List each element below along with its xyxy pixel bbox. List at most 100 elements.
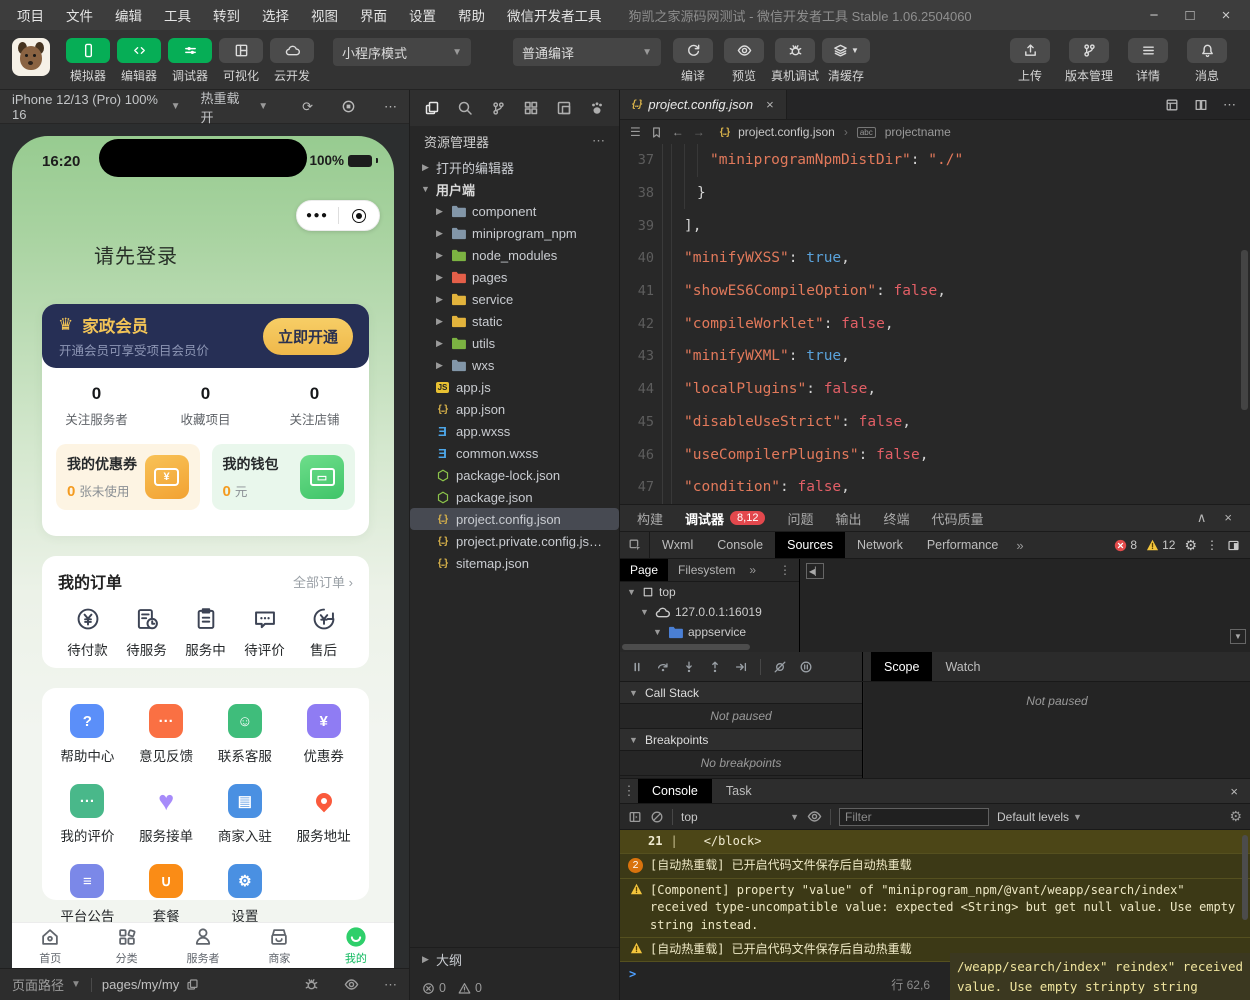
eye-icon[interactable] [344, 977, 359, 992]
menu-item-7[interactable]: 界面 [349, 0, 398, 30]
file-package-lock.json[interactable]: package-lock.json [410, 464, 619, 486]
wallet-card[interactable]: 我的钱包 0元 ▭ [211, 444, 355, 510]
pause-exceptions-button[interactable] [799, 660, 813, 674]
dots-vertical-icon[interactable]: ⋮ [620, 779, 638, 803]
grid-take-orders[interactable]: ♥ 服务接单 [127, 784, 206, 845]
menu-item-6[interactable]: 视图 [300, 0, 349, 30]
order-pending-payment[interactable]: 待付款 [58, 604, 117, 659]
editor-tab[interactable]: {..} project.config.json × [620, 90, 787, 119]
gear-icon[interactable]: ⚙ [1229, 808, 1242, 825]
back-icon[interactable]: ← [672, 125, 684, 139]
code-line[interactable]: 45 "disableUseStrict": false, [620, 405, 1250, 439]
breadcrumb-symbol[interactable]: projectname [885, 125, 951, 139]
search-icon[interactable] [449, 100, 482, 116]
stat-item[interactable]: 0 收藏项目 [151, 384, 260, 428]
clear-console-icon[interactable] [650, 810, 664, 824]
file-node_modules[interactable]: ▶ node_modules [410, 244, 619, 266]
panel-tab-build[interactable]: 构建 [626, 505, 674, 531]
stop-icon[interactable] [341, 99, 356, 114]
sources-node-top[interactable]: ▼ top [620, 582, 799, 602]
file-project.private.config.js…[interactable]: {..} project.private.config.js… [410, 530, 619, 552]
code-line[interactable]: 40 "minifyWXSS": true, [620, 242, 1250, 275]
code-line[interactable]: 42 "compileWorklet": false, [620, 307, 1250, 341]
grid-contact-service[interactable]: ☺ 联系客服 [206, 704, 285, 765]
console-tab-console[interactable]: Console [638, 779, 712, 803]
more-icon[interactable]: ⋯ [384, 99, 397, 115]
code-line[interactable]: 47 "condition": false, [620, 470, 1250, 504]
capsule-close-icon[interactable] [339, 208, 380, 223]
menu-item-4[interactable]: 转到 [202, 0, 251, 30]
file-utils[interactable]: ▶ utils [410, 332, 619, 354]
editor-toggle[interactable]: 编辑器 [115, 38, 163, 84]
menu-item-10[interactable]: 微信开发者工具 [496, 0, 613, 30]
more-icon[interactable]: ⋯ [384, 977, 397, 993]
grid-coupon[interactable]: ¥ 优惠券 [284, 704, 363, 765]
hide-navigator-icon[interactable]: ◀▏ [806, 563, 824, 579]
live-expression-icon[interactable] [807, 809, 822, 824]
minimize-button[interactable]: − [1136, 7, 1172, 24]
step-over-button[interactable] [656, 660, 670, 674]
grid-packages[interactable]: ∪ 套餐 [127, 864, 206, 925]
restart-icon[interactable]: ⟳ [302, 99, 313, 115]
all-orders-link[interactable]: 全部订单 › [293, 572, 353, 591]
gear-icon[interactable]: ⚙ [1184, 537, 1197, 554]
collapse-icon[interactable]: ∧ [1197, 510, 1207, 526]
window-icon[interactable] [547, 100, 580, 116]
miniprogram-capsule[interactable]: ●●● [296, 200, 380, 231]
remote-debug-button[interactable]: 真机调试 [771, 38, 819, 84]
more-icon[interactable]: ⋯ [592, 133, 605, 149]
preview-button[interactable]: 预览 [720, 38, 768, 84]
upload-button[interactable]: 上传 [1002, 38, 1058, 84]
menu-item-5[interactable]: 选择 [251, 0, 300, 30]
panel-tab-output[interactable]: 输出 [824, 505, 872, 531]
order-pending-review[interactable]: 待评价 [235, 604, 294, 659]
file-pages[interactable]: ▶ pages [410, 266, 619, 288]
tab-shop[interactable]: 商家 [241, 923, 317, 968]
file-app.js[interactable]: JS app.js [410, 376, 619, 398]
coupon-card[interactable]: 我的优惠券 0 张未使用 ¥ [56, 444, 200, 510]
extensions-icon[interactable] [514, 100, 547, 116]
panel-tab-code-quality[interactable]: 代码质量 [921, 505, 995, 531]
grid-announcements[interactable]: ≡ 平台公告 [48, 864, 127, 925]
pause-button[interactable] [630, 660, 644, 674]
branch-icon[interactable] [482, 101, 515, 116]
tab-worker[interactable]: 服务者 [165, 923, 241, 968]
sources-node-appservice[interactable]: ▼ appservice [620, 622, 799, 642]
code-line[interactable]: 46 "useCompilerPlugins": false, [620, 438, 1250, 471]
bookmark-icon[interactable] [650, 126, 663, 139]
panel-tab-debugger[interactable]: 调试器 8,12 [674, 505, 776, 531]
file-miniprogram_npm[interactable]: ▶ miniprogram_npm [410, 222, 619, 244]
maximize-button[interactable]: □ [1172, 7, 1208, 24]
root-folder[interactable]: ▼ 用户端 [410, 178, 619, 200]
reveal-icon[interactable]: ▼ [1230, 629, 1246, 644]
step-into-button[interactable] [682, 660, 696, 674]
more-icon[interactable]: ⋯ [1223, 97, 1236, 113]
more-tabs-icon[interactable]: » [745, 563, 760, 577]
menu-item-0[interactable]: 项目 [6, 0, 55, 30]
deactivate-bp-button[interactable] [773, 660, 787, 674]
console-code-line[interactable]: 21 | </block> [620, 830, 1250, 855]
bug-icon[interactable] [304, 977, 319, 992]
devtools-tab-sources[interactable]: Sources [775, 532, 845, 558]
menu-item-9[interactable]: 帮助 [447, 0, 496, 30]
dots-vertical-icon[interactable]: ⋮ [1206, 538, 1218, 552]
file-common.wxss[interactable]: Ǝ common.wxss [410, 442, 619, 464]
files-icon[interactable] [416, 100, 449, 116]
messages-button[interactable]: 消息 [1179, 38, 1235, 84]
tab-scope[interactable]: Scope [871, 652, 933, 681]
file-project.config.json[interactable]: {..} project.config.json [410, 508, 619, 530]
step-button[interactable] [734, 660, 748, 674]
file-app.json[interactable]: {..} app.json [410, 398, 619, 420]
open-preview-icon[interactable] [1165, 98, 1179, 112]
hot-reload-toggle[interactable]: 热重载 开 [200, 88, 252, 126]
tab-me[interactable]: 我的 [318, 923, 394, 968]
file-service[interactable]: ▶ service [410, 288, 619, 310]
file-static[interactable]: ▶ static [410, 310, 619, 332]
levels-select[interactable]: Default levels ▼ [997, 810, 1082, 824]
editor-scrollbar[interactable] [1241, 250, 1248, 410]
list-icon[interactable]: ☰ [630, 125, 641, 139]
split-editor-icon[interactable] [1194, 98, 1208, 112]
device-select[interactable]: iPhone 12/13 (Pro) 100% 16 [12, 92, 165, 122]
close-icon[interactable]: × [1224, 510, 1232, 526]
capsule-more-icon[interactable]: ●●● [297, 210, 338, 221]
